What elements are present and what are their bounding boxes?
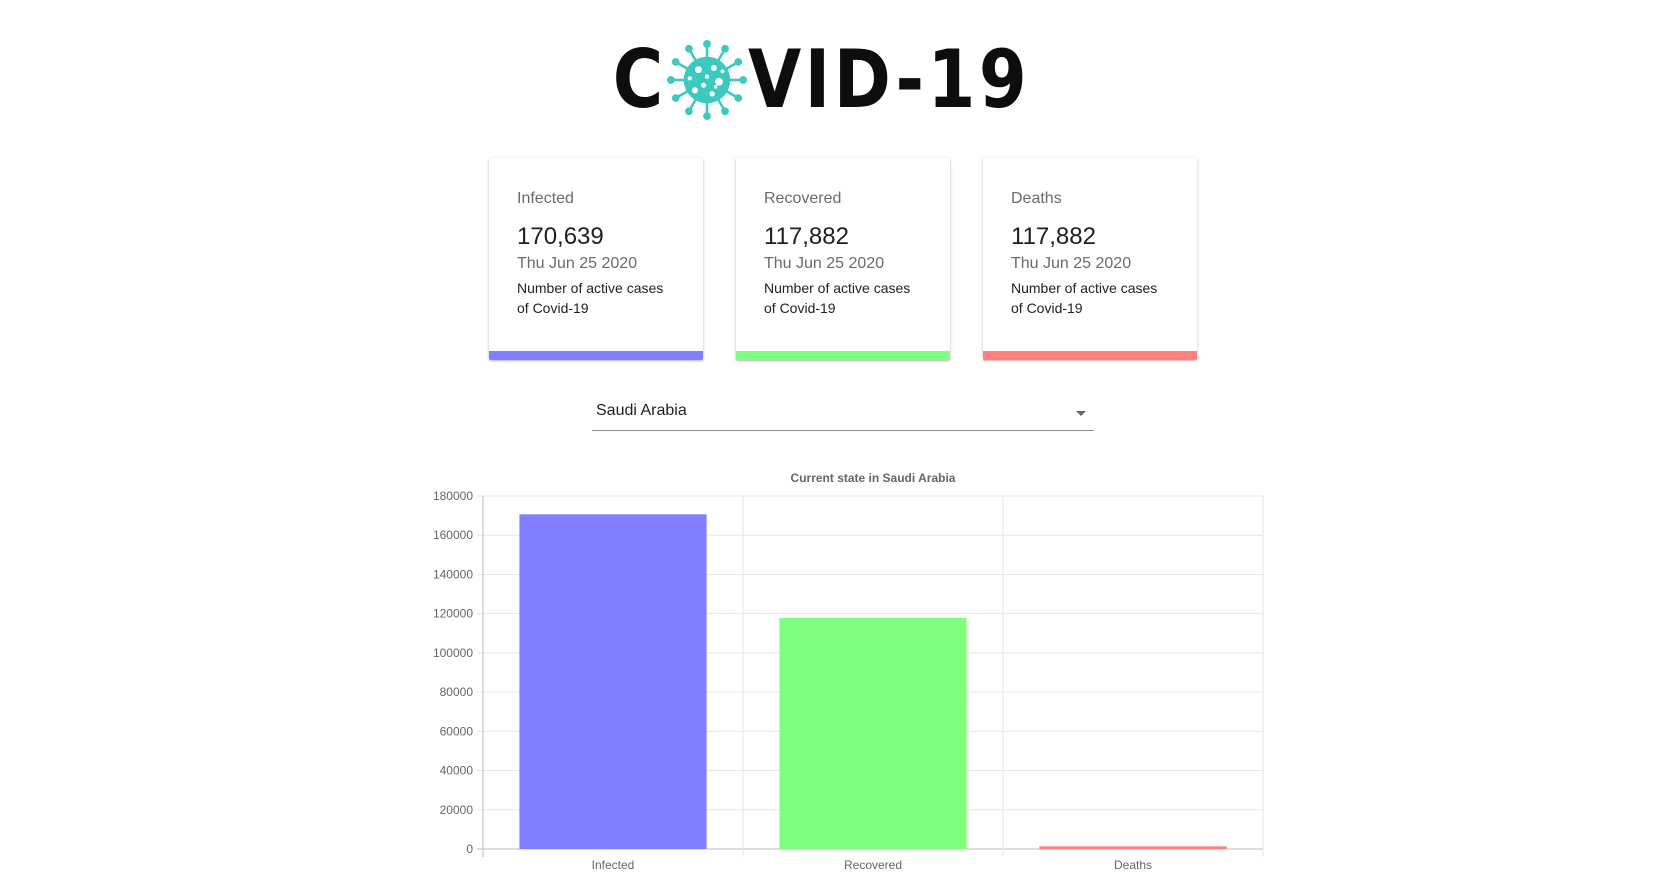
y-tick-label: 80000 — [440, 685, 474, 699]
logo-text-end: VID-19 — [748, 33, 1031, 126]
x-tick-label: Infected — [592, 858, 635, 872]
card-title: Deaths — [1011, 190, 1062, 207]
y-tick-label: 120000 — [433, 607, 473, 621]
x-tick-label: Recovered — [844, 858, 902, 872]
card-description: Number of active cases of Covid-19 — [764, 280, 911, 316]
card-infected: Infected 170,639 Thu Jun 25 2020 Number … — [489, 158, 703, 360]
covid-dashboard: C VID-19 Infected 170,639 Thu Jun 25 202… — [0, 0, 1680, 882]
y-tick-label: 40000 — [440, 764, 474, 778]
bar-infected — [519, 514, 707, 849]
card-recovered: Recovered 117,882 Thu Jun 25 2020 Number… — [736, 158, 950, 360]
bar-recovered — [779, 617, 967, 849]
card-color-bar — [736, 351, 950, 360]
card-deaths: Deaths 117,882 Thu Jun 25 2020 Number of… — [983, 158, 1197, 360]
card-value: 170,639 — [517, 223, 604, 250]
card-color-bar — [489, 351, 703, 360]
y-tick-label: 20000 — [440, 803, 474, 817]
card-color-bar — [983, 351, 1197, 360]
bar-deaths — [1039, 846, 1227, 849]
y-tick-label: 180000 — [433, 489, 473, 503]
y-tick-label: 140000 — [433, 567, 473, 581]
card-date: Thu Jun 25 2020 — [517, 255, 638, 272]
y-tick-label: 100000 — [433, 646, 473, 660]
card-description: Number of active cases of Covid-19 — [517, 280, 664, 316]
card-value: 117,882 — [1011, 223, 1096, 250]
coronavirus-icon — [667, 40, 748, 120]
card-value: 117,882 — [764, 223, 849, 250]
x-tick-label: Deaths — [1114, 858, 1152, 872]
country-select-value: Saudi Arabia — [596, 402, 687, 419]
card-date: Thu Jun 25 2020 — [764, 255, 885, 272]
dropdown-arrow-icon[interactable] — [1076, 411, 1086, 416]
bar-chart: Current state in Saudi Arabia 0 20000 40000… — [400, 465, 1280, 882]
logo-text-start: C — [612, 33, 667, 126]
country-select[interactable]: Saudi Arabia — [592, 395, 1094, 431]
y-tick-label: 60000 — [440, 724, 474, 738]
card-date: Thu Jun 25 2020 — [1011, 255, 1132, 272]
covid-logo: C VID-19 — [0, 30, 1680, 130]
stats-cards: Infected 170,639 Thu Jun 25 2020 Number … — [489, 158, 1197, 360]
chart-svg: Current state in Saudi Arabia 0 20000 40000… — [433, 471, 1264, 872]
y-tick-label: 0 — [466, 842, 473, 856]
y-tick-label: 160000 — [433, 528, 473, 542]
card-description: Number of active cases of Covid-19 — [1011, 280, 1158, 316]
card-title: Recovered — [764, 190, 842, 207]
card-title: Infected — [517, 190, 574, 207]
chart-title: Current state in Saudi Arabia — [791, 471, 956, 485]
